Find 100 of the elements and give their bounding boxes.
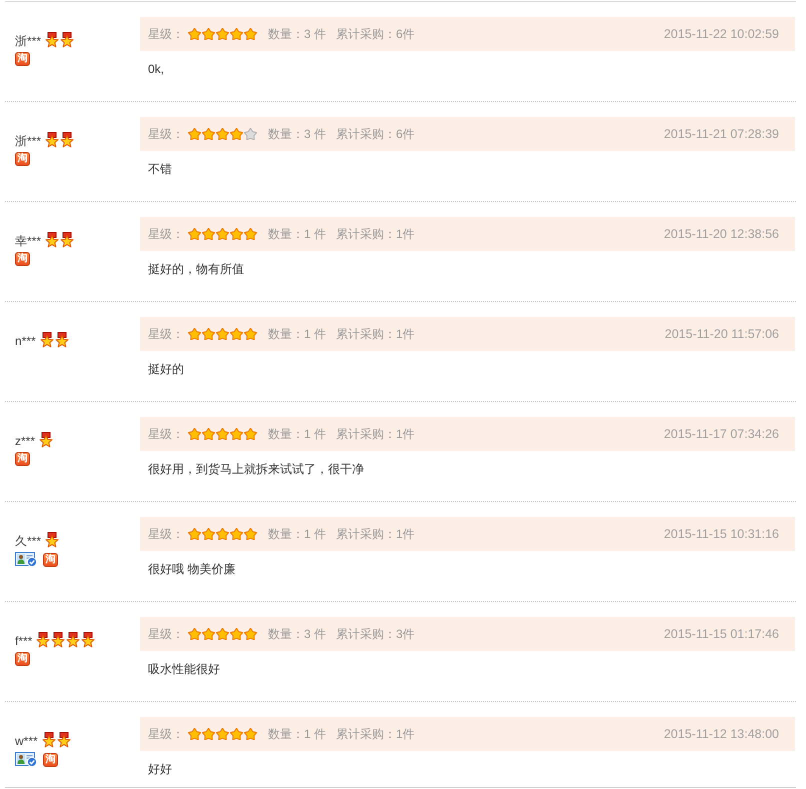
username: n***: [15, 334, 36, 348]
taobao-badge: 淘: [43, 552, 58, 566]
filled-star-icon: [202, 528, 215, 540]
purchase-total-text: 累计采购：6件: [336, 126, 415, 142]
quantity-text: 数量：3 件: [268, 126, 326, 142]
filled-star-icon: [244, 228, 257, 240]
filled-star-icon: [202, 328, 215, 340]
star-medal-icon: [39, 432, 54, 448]
quantity-text: 数量：1 件: [268, 426, 326, 442]
review-date: 2015-11-15 01:17:46: [664, 627, 779, 641]
filled-star-icon: [216, 228, 229, 240]
username: 浙***: [15, 34, 42, 48]
purchase-total-text: 累计采购：1件: [336, 326, 415, 342]
id-card-check-icon: [15, 752, 37, 767]
filled-star-icon: [230, 328, 243, 340]
filled-star-icon: [230, 428, 243, 440]
star-medal-icon: [66, 632, 80, 648]
review-comment: 0k,: [148, 62, 166, 76]
review-comment: 很好哦 物美价廉: [148, 562, 236, 576]
star-medal-icon: [54, 332, 69, 348]
star-medal-icon: [40, 332, 54, 348]
review-date: 2015-11-20 12:38:56: [664, 227, 779, 241]
star-medal-icon: [60, 132, 74, 148]
rating-label: 星级：: [148, 426, 184, 442]
filled-star-icon: [188, 28, 201, 40]
purchase-total-text: 累计采购：1件: [336, 226, 415, 242]
filled-star-icon: [216, 628, 229, 640]
quantity-text: 数量：1 件: [268, 226, 326, 242]
rating-label: 星级：: [148, 526, 184, 542]
rating-label: 星级：: [148, 126, 184, 142]
username: 久***: [15, 534, 42, 548]
filled-star-icon: [216, 428, 229, 440]
filled-star-icon: [244, 728, 257, 740]
filled-star-icon: [244, 328, 257, 340]
filled-star-icon: [188, 228, 201, 240]
username: f***: [15, 634, 32, 648]
filled-star-icon: [188, 528, 201, 540]
review-date: 2015-11-21 07:28:39: [664, 127, 779, 141]
star-medal-icon: [60, 232, 74, 248]
filled-star-icon: [244, 528, 257, 540]
star-medal-icon: [81, 632, 96, 648]
quantity-text: 数量：1 件: [268, 326, 326, 342]
username: z***: [15, 434, 36, 448]
review-comment: 挺好的: [148, 362, 185, 376]
filled-star-icon: [244, 628, 257, 640]
review-date: 2015-11-22 10:02:59: [664, 27, 779, 41]
filled-star-icon: [202, 228, 215, 240]
filled-star-icon: [188, 628, 201, 640]
filled-star-icon: [230, 528, 243, 540]
taobao-badge: 淘: [15, 452, 30, 466]
review-date: 2015-11-20 11:57:06: [664, 327, 779, 341]
star-medal-icon: [45, 532, 60, 548]
rating-label: 星级：: [148, 226, 184, 242]
filled-star-icon: [216, 328, 229, 340]
filled-star-icon: [188, 428, 201, 440]
rating-label: 星级：: [148, 26, 184, 42]
filled-star-icon: [202, 28, 215, 40]
quantity-text: 数量：3 件: [268, 26, 326, 42]
filled-star-icon: [230, 728, 243, 740]
filled-star-icon: [230, 128, 243, 140]
username: w***: [15, 734, 38, 748]
star-medal-icon: [60, 32, 74, 48]
purchase-total-text: 累计采购：1件: [336, 526, 415, 542]
star-medal-icon: [36, 632, 50, 648]
rating-label: 星级：: [148, 726, 184, 742]
filled-star-icon: [202, 628, 215, 640]
star-medal-icon: [51, 632, 66, 648]
star-medal-icon: [45, 132, 60, 148]
purchase-total-text: 累计采购：3件: [336, 626, 415, 642]
filled-star-icon: [202, 728, 215, 740]
username: 浙***: [15, 134, 42, 148]
filled-star-icon: [188, 328, 201, 340]
purchase-total-text: 累计采购：6件: [336, 26, 415, 42]
taobao-badge: 淘: [15, 252, 30, 266]
review-date: 2015-11-17 07:34:26: [664, 427, 779, 441]
review-date: 2015-11-15 10:31:16: [664, 527, 779, 541]
id-card-check-icon: [15, 552, 37, 567]
review-comment: 好好: [148, 762, 173, 776]
filled-star-icon: [216, 728, 229, 740]
filled-star-icon: [216, 128, 229, 140]
filled-star-icon: [202, 428, 215, 440]
quantity-text: 数量：1 件: [268, 726, 326, 742]
review-comment: 很好用，到货马上就拆来试试了，很干净: [148, 462, 365, 476]
purchase-total-text: 累计采购：1件: [336, 426, 415, 442]
filled-star-icon: [230, 628, 243, 640]
rating-label: 星级：: [148, 326, 184, 342]
star-medal-icon: [45, 232, 60, 248]
filled-star-icon: [244, 28, 257, 40]
purchase-total-text: 累计采购：1件: [336, 726, 415, 742]
quantity-text: 数量：1 件: [268, 526, 326, 542]
quantity-text: 数量：3 件: [268, 626, 326, 642]
taobao-badge: 淘: [15, 652, 30, 666]
star-medal-icon: [42, 732, 56, 748]
filled-star-icon: [188, 728, 201, 740]
rating-label: 星级：: [148, 626, 184, 642]
filled-star-icon: [230, 28, 243, 40]
username: 幸***: [15, 234, 42, 248]
review-date: 2015-11-12 13:48:00: [664, 727, 779, 741]
taobao-badge: 淘: [15, 152, 30, 166]
filled-star-icon: [188, 128, 201, 140]
